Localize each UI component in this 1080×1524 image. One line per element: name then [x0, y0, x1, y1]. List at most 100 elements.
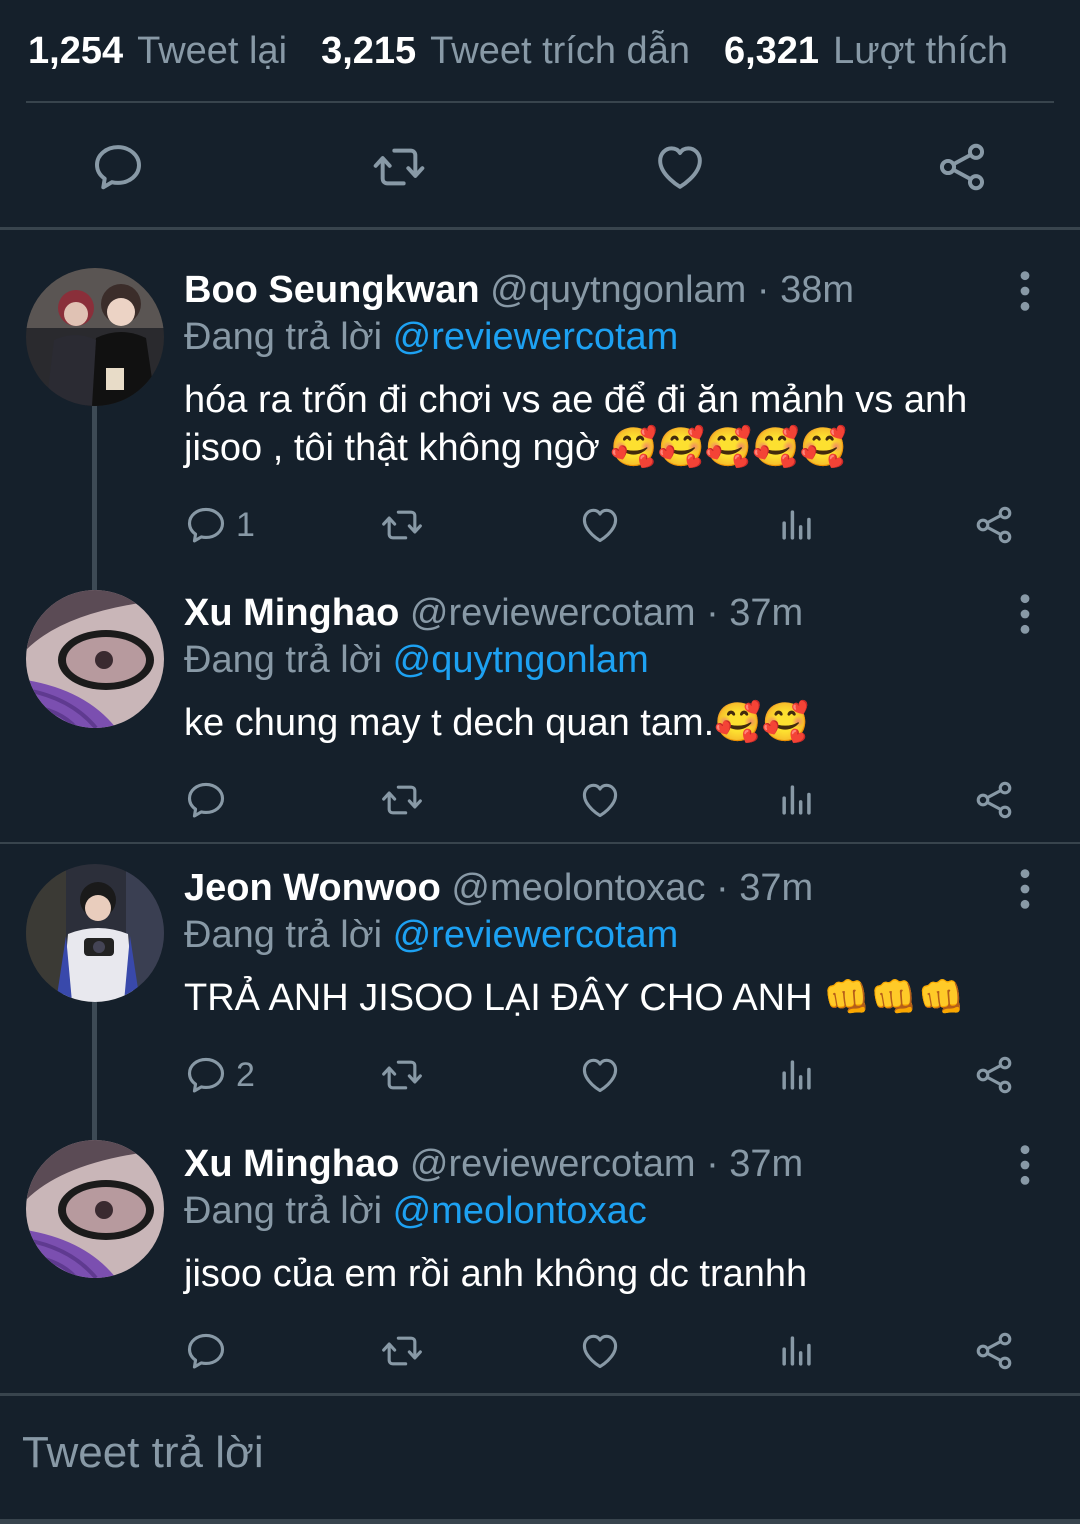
retweets-label: Tweet lại: [137, 29, 288, 72]
more-vertical-icon: [1012, 866, 1038, 912]
tweet-text: ke chung may t dech quan tam.🥰🥰: [184, 699, 1034, 747]
analytics-button[interactable]: [775, 1327, 819, 1375]
analytics-icon: [775, 1053, 819, 1097]
main-action-bar: [0, 103, 1080, 227]
more-options-button[interactable]: [1012, 591, 1038, 637]
handle-and-time: @reviewercotam · 37m: [409, 1143, 804, 1185]
avatar-image: [26, 1140, 164, 1278]
tweet-text-line: ke chung may t dech quan tam.🥰🥰: [184, 702, 809, 744]
reply-tweet[interactable]: Boo Seungkwan @quytngonlam · 38m Đang tr…: [0, 230, 1080, 570]
tweet-text-line: jisoo của em rồi anh không dc tranhh: [184, 1253, 808, 1295]
more-options-button[interactable]: [1012, 866, 1038, 912]
replying-to-label: Đang trả lời: [184, 639, 383, 681]
handle-and-time: @reviewercotam · 37m: [409, 592, 804, 634]
replying-to: Đang trả lời @reviewercotam: [184, 912, 678, 958]
retweets-stat[interactable]: 1,254 Tweet lại: [28, 30, 287, 73]
more-options-button[interactable]: [1012, 268, 1038, 314]
display-name[interactable]: Jeon Wonwoo: [184, 867, 441, 909]
retweet-button[interactable]: [380, 501, 424, 549]
mention-link[interactable]: @meolontoxac: [393, 1190, 647, 1232]
retweet-icon: [380, 778, 424, 822]
mention-link[interactable]: @reviewercotam: [393, 316, 679, 358]
analytics-icon: [775, 1329, 819, 1373]
quote-tweets-stat[interactable]: 3,215 Tweet trích dẫn: [321, 30, 690, 73]
analytics-icon: [775, 503, 819, 547]
share-button[interactable]: [972, 1051, 1016, 1099]
reply-tweet[interactable]: Jeon Wonwoo @meolontoxac · 37m Đang trả …: [0, 844, 1080, 1140]
replying-to: Đang trả lời @meolontoxac: [184, 1188, 647, 1234]
retweet-icon: [371, 139, 427, 195]
reply-count: 1: [236, 505, 255, 544]
retweet-button[interactable]: [380, 1327, 424, 1375]
share-button[interactable]: [972, 501, 1016, 549]
reply-button[interactable]: [90, 139, 146, 195]
thread-line: [92, 570, 97, 590]
like-icon: [578, 778, 622, 822]
likes-count: 6,321: [723, 29, 820, 72]
tweet-header: Xu Minghao @reviewercotam · 37m: [184, 1141, 803, 1187]
quote-tweets-label: Tweet trích dẫn: [430, 29, 690, 72]
reply-tweet[interactable]: Xu Minghao @reviewercotam · 37m Đang trả…: [0, 570, 1080, 842]
tweet-header: Jeon Wonwoo @meolontoxac · 37m: [184, 865, 813, 911]
reply-tweet[interactable]: Xu Minghao @reviewercotam · 37m Đang trả…: [0, 1140, 1080, 1394]
likes-stat[interactable]: 6,321 Lượt thích: [724, 30, 1008, 73]
share-icon: [972, 503, 1016, 547]
tweet-text: jisoo của em rồi anh không dc tranhh: [184, 1250, 1034, 1298]
replying-to: Đang trả lời @quytngonlam: [184, 637, 649, 683]
reply-button[interactable]: 2: [184, 1051, 255, 1099]
reply-icon: [184, 778, 228, 822]
retweets-count: 1,254: [28, 29, 124, 72]
analytics-icon: [775, 778, 819, 822]
tweet-header: Xu Minghao @reviewercotam · 37m: [184, 590, 803, 636]
like-icon: [578, 1053, 622, 1097]
analytics-button[interactable]: [775, 776, 819, 824]
like-button[interactable]: [578, 1327, 622, 1375]
retweet-button[interactable]: [380, 776, 424, 824]
mention-link[interactable]: @quytngonlam: [393, 639, 649, 681]
handle-and-time: @quytngonlam · 38m: [490, 269, 854, 311]
tweet-actions: [0, 1327, 1080, 1377]
like-icon: [652, 139, 708, 195]
display-name[interactable]: Xu Minghao: [184, 1143, 399, 1185]
avatar[interactable]: [26, 1140, 164, 1278]
replying-to: Đang trả lời @reviewercotam: [184, 314, 678, 360]
retweet-button[interactable]: [371, 139, 427, 195]
likes-label: Lượt thích: [833, 29, 1009, 72]
reply-button[interactable]: [184, 1327, 236, 1375]
reply-button[interactable]: 1: [184, 501, 255, 549]
tweet-actions: 1: [0, 501, 1080, 551]
avatar[interactable]: [26, 864, 164, 1002]
like-button[interactable]: [578, 776, 622, 824]
retweet-button[interactable]: [380, 1051, 424, 1099]
reply-input[interactable]: [22, 1428, 1022, 1478]
replying-to-label: Đang trả lời: [184, 316, 383, 358]
reply-icon: [184, 1053, 228, 1097]
share-icon: [972, 1329, 1016, 1373]
tweet-actions: 2: [0, 1051, 1080, 1101]
tweet-header: Boo Seungkwan @quytngonlam · 38m: [184, 267, 854, 313]
share-button[interactable]: [934, 139, 990, 195]
analytics-button[interactable]: [775, 1051, 819, 1099]
like-button[interactable]: [652, 139, 708, 195]
like-icon: [578, 503, 622, 547]
reply-button[interactable]: [184, 776, 236, 824]
avatar[interactable]: [26, 590, 164, 728]
share-button[interactable]: [972, 776, 1016, 824]
more-vertical-icon: [1012, 1142, 1038, 1188]
avatar[interactable]: [26, 268, 164, 406]
like-button[interactable]: [578, 1051, 622, 1099]
retweet-icon: [380, 1053, 424, 1097]
display-name[interactable]: Boo Seungkwan: [184, 269, 480, 311]
display-name[interactable]: Xu Minghao: [184, 592, 399, 634]
share-icon: [972, 1053, 1016, 1097]
quote-tweets-count: 3,215: [321, 29, 417, 72]
share-button[interactable]: [972, 1327, 1016, 1375]
tweet-text-line: TRẢ ANH JISOO LẠI ĐÂY CHO ANH 👊👊👊: [184, 977, 966, 1019]
mention-link[interactable]: @reviewercotam: [393, 914, 679, 956]
share-icon: [972, 778, 1016, 822]
avatar-image: [26, 590, 164, 728]
retweet-icon: [380, 1329, 424, 1373]
like-button[interactable]: [578, 501, 622, 549]
more-options-button[interactable]: [1012, 1142, 1038, 1188]
analytics-button[interactable]: [775, 501, 819, 549]
